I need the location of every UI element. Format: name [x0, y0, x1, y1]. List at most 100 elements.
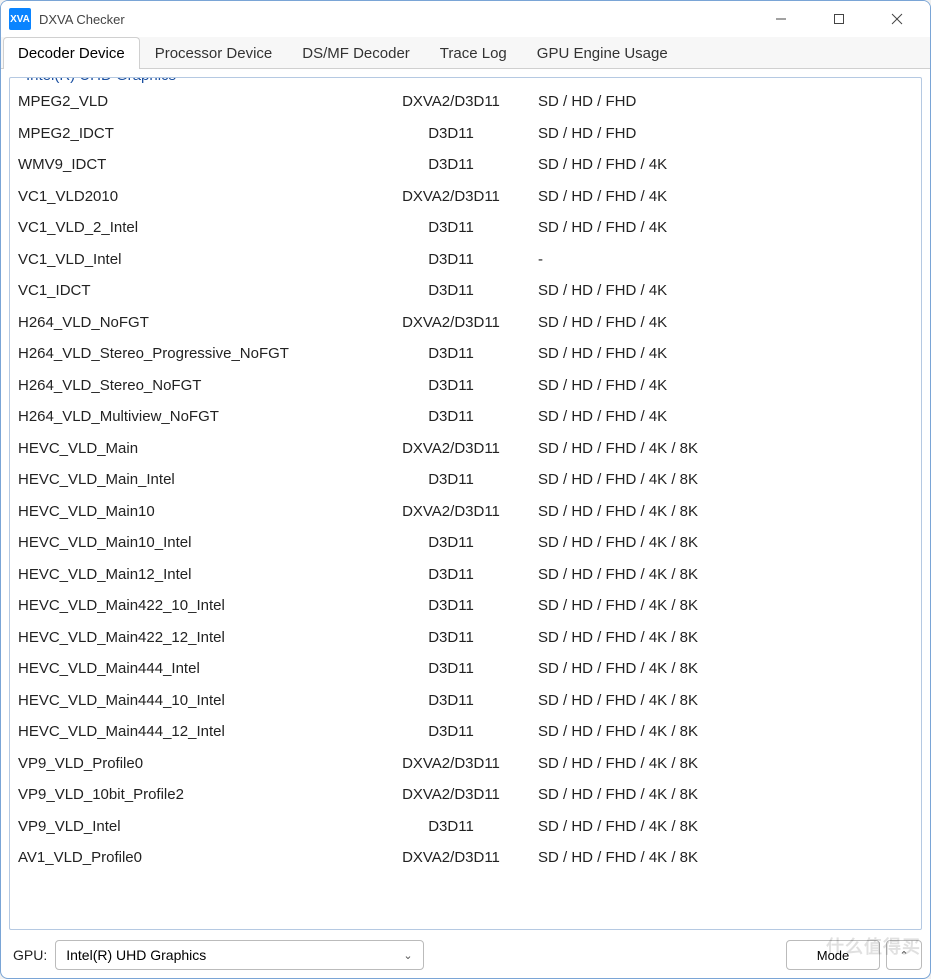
api-cell: D3D11: [376, 563, 526, 587]
gpu-label: GPU:: [9, 947, 47, 963]
table-row[interactable]: VC1_VLD2010DXVA2/D3D11SD / HD / FHD / 4K: [10, 181, 921, 213]
codec-cell: MPEG2_VLD: [16, 90, 376, 114]
table-row[interactable]: HEVC_VLD_Main444_12_IntelD3D11SD / HD / …: [10, 716, 921, 748]
tab-ds-mf-decoder[interactable]: DS/MF Decoder: [287, 37, 425, 69]
resolution-cell: SD / HD / FHD / 4K / 8K: [526, 500, 915, 524]
resolution-cell: SD / HD / FHD: [526, 122, 915, 146]
resolution-cell: SD / HD / FHD / 4K: [526, 311, 915, 335]
resolution-cell: SD / HD / FHD / 4K / 8K: [526, 594, 915, 618]
tab-trace-log[interactable]: Trace Log: [425, 37, 522, 69]
table-row[interactable]: HEVC_VLD_Main10_IntelD3D11SD / HD / FHD …: [10, 527, 921, 559]
api-cell: DXVA2/D3D11: [376, 500, 526, 524]
api-cell: D3D11: [376, 153, 526, 177]
maximize-button[interactable]: [810, 3, 868, 35]
app-window: XVA DXVA Checker Decoder DeviceProcessor…: [0, 0, 931, 979]
api-cell: DXVA2/D3D11: [376, 90, 526, 114]
table-row[interactable]: H264_VLD_Stereo_Progressive_NoFGTD3D11SD…: [10, 338, 921, 370]
codec-cell: HEVC_VLD_Main444_Intel: [16, 657, 376, 681]
decoder-table: MPEG2_VLDDXVA2/D3D11SD / HD / FHDMPEG2_I…: [10, 86, 921, 874]
table-row[interactable]: VP9_VLD_IntelD3D11SD / HD / FHD / 4K / 8…: [10, 811, 921, 843]
codec-cell: MPEG2_IDCT: [16, 122, 376, 146]
table-row[interactable]: VP9_VLD_Profile0DXVA2/D3D11SD / HD / FHD…: [10, 748, 921, 780]
codec-cell: VC1_VLD_Intel: [16, 248, 376, 272]
expand-button[interactable]: ⌃: [886, 940, 922, 970]
right-buttons: Mode ⌃: [786, 940, 922, 970]
table-row[interactable]: VC1_IDCTD3D11SD / HD / FHD / 4K: [10, 275, 921, 307]
resolution-cell: SD / HD / FHD / 4K / 8K: [526, 752, 915, 776]
api-cell: D3D11: [376, 468, 526, 492]
resolution-cell: SD / HD / FHD / 4K / 8K: [526, 815, 915, 839]
table-row[interactable]: HEVC_VLD_Main444_IntelD3D11SD / HD / FHD…: [10, 653, 921, 685]
table-row[interactable]: WMV9_IDCTD3D11SD / HD / FHD / 4K: [10, 149, 921, 181]
codec-cell: H264_VLD_Stereo_NoFGT: [16, 374, 376, 398]
gpu-selected-value: Intel(R) UHD Graphics: [66, 947, 206, 963]
codec-cell: H264_VLD_Multiview_NoFGT: [16, 405, 376, 429]
table-row[interactable]: H264_VLD_NoFGTDXVA2/D3D11SD / HD / FHD /…: [10, 307, 921, 339]
chevron-down-icon: ⌄: [403, 949, 412, 962]
maximize-icon: [833, 13, 845, 25]
api-cell: DXVA2/D3D11: [376, 783, 526, 807]
codec-cell: HEVC_VLD_Main10: [16, 500, 376, 524]
api-cell: D3D11: [376, 531, 526, 555]
close-button[interactable]: [868, 3, 926, 35]
api-cell: D3D11: [376, 594, 526, 618]
titlebar: XVA DXVA Checker: [1, 1, 930, 37]
api-cell: D3D11: [376, 815, 526, 839]
api-cell: D3D11: [376, 689, 526, 713]
table-row[interactable]: HEVC_VLD_Main444_10_IntelD3D11SD / HD / …: [10, 685, 921, 717]
table-row[interactable]: AV1_VLD_Profile0DXVA2/D3D11SD / HD / FHD…: [10, 842, 921, 874]
resolution-cell: SD / HD / FHD / 4K / 8K: [526, 531, 915, 555]
resolution-cell: SD / HD / FHD / 4K: [526, 374, 915, 398]
table-row[interactable]: HEVC_VLD_Main422_10_IntelD3D11SD / HD / …: [10, 590, 921, 622]
api-cell: D3D11: [376, 342, 526, 366]
close-icon: [891, 13, 903, 25]
codec-cell: VC1_VLD_2_Intel: [16, 216, 376, 240]
resolution-cell: SD / HD / FHD / 4K: [526, 216, 915, 240]
codec-cell: WMV9_IDCT: [16, 153, 376, 177]
codec-cell: VP9_VLD_Profile0: [16, 752, 376, 776]
codec-cell: HEVC_VLD_Main422_12_Intel: [16, 626, 376, 650]
api-cell: DXVA2/D3D11: [376, 311, 526, 335]
resolution-cell: SD / HD / FHD / 4K / 8K: [526, 689, 915, 713]
api-cell: D3D11: [376, 248, 526, 272]
resolution-cell: SD / HD / FHD / 4K / 8K: [526, 846, 915, 870]
tab-bar: Decoder DeviceProcessor DeviceDS/MF Deco…: [1, 37, 930, 69]
codec-cell: HEVC_VLD_Main422_10_Intel: [16, 594, 376, 618]
table-row[interactable]: HEVC_VLD_Main_IntelD3D11SD / HD / FHD / …: [10, 464, 921, 496]
codec-cell: HEVC_VLD_Main12_Intel: [16, 563, 376, 587]
tab-processor-device[interactable]: Processor Device: [140, 37, 288, 69]
table-row[interactable]: H264_VLD_Stereo_NoFGTD3D11SD / HD / FHD …: [10, 370, 921, 402]
resolution-cell: SD / HD / FHD / 4K: [526, 279, 915, 303]
table-row[interactable]: H264_VLD_Multiview_NoFGTD3D11SD / HD / F…: [10, 401, 921, 433]
gpu-select[interactable]: Intel(R) UHD Graphics ⌄: [55, 940, 423, 970]
api-cell: D3D11: [376, 122, 526, 146]
minimize-button[interactable]: [752, 3, 810, 35]
table-row[interactable]: HEVC_VLD_Main422_12_IntelD3D11SD / HD / …: [10, 622, 921, 654]
api-cell: DXVA2/D3D11: [376, 185, 526, 209]
codec-cell: VP9_VLD_10bit_Profile2: [16, 783, 376, 807]
resolution-cell: SD / HD / FHD: [526, 90, 915, 114]
table-row[interactable]: VP9_VLD_10bit_Profile2DXVA2/D3D11SD / HD…: [10, 779, 921, 811]
codec-cell: H264_VLD_Stereo_Progressive_NoFGT: [16, 342, 376, 366]
table-row[interactable]: HEVC_VLD_Main12_IntelD3D11SD / HD / FHD …: [10, 559, 921, 591]
table-row[interactable]: VC1_VLD_IntelD3D11-: [10, 244, 921, 276]
codec-cell: AV1_VLD_Profile0: [16, 846, 376, 870]
bottom-bar: GPU: Intel(R) UHD Graphics ⌄ Mode ⌃: [1, 934, 930, 978]
table-row[interactable]: HEVC_VLD_Main10DXVA2/D3D11SD / HD / FHD …: [10, 496, 921, 528]
resolution-cell: SD / HD / FHD / 4K / 8K: [526, 657, 915, 681]
table-row[interactable]: HEVC_VLD_MainDXVA2/D3D11SD / HD / FHD / …: [10, 433, 921, 465]
api-cell: D3D11: [376, 216, 526, 240]
api-cell: D3D11: [376, 374, 526, 398]
resolution-cell: SD / HD / FHD / 4K / 8K: [526, 468, 915, 492]
api-cell: DXVA2/D3D11: [376, 846, 526, 870]
table-row[interactable]: VC1_VLD_2_IntelD3D11SD / HD / FHD / 4K: [10, 212, 921, 244]
tab-decoder-device[interactable]: Decoder Device: [3, 37, 140, 69]
codec-cell: VC1_IDCT: [16, 279, 376, 303]
table-row[interactable]: MPEG2_IDCTD3D11SD / HD / FHD: [10, 118, 921, 150]
codec-cell: HEVC_VLD_Main_Intel: [16, 468, 376, 492]
mode-button[interactable]: Mode: [786, 940, 880, 970]
resolution-cell: SD / HD / FHD / 4K / 8K: [526, 783, 915, 807]
codec-cell: VC1_VLD2010: [16, 185, 376, 209]
tab-gpu-engine-usage[interactable]: GPU Engine Usage: [522, 37, 683, 69]
table-row[interactable]: MPEG2_VLDDXVA2/D3D11SD / HD / FHD: [10, 86, 921, 118]
